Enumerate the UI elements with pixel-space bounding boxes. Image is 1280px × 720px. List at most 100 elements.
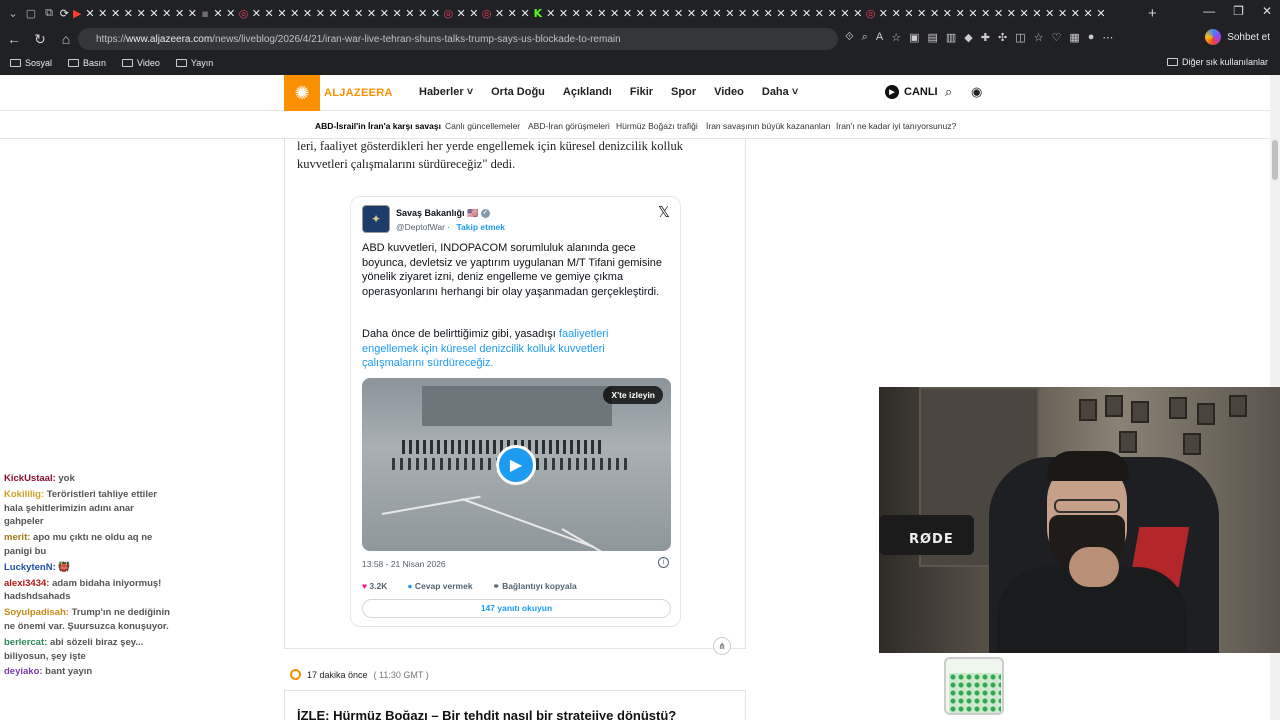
x-tab-icon[interactable]: ✕	[557, 5, 570, 21]
extension-icon-2[interactable]: ▤	[927, 31, 937, 44]
extension-icon-3[interactable]: ▥	[946, 31, 956, 44]
x-tab-icon[interactable]: ✕	[659, 5, 672, 21]
kick-tab-icon[interactable]: K	[531, 5, 544, 21]
info-icon[interactable]: i	[658, 557, 669, 568]
browser-essentials-icon[interactable]: ♡	[1051, 31, 1061, 44]
x-tab-icon[interactable]: ✕	[877, 5, 890, 21]
extension-icon-1[interactable]: ▣	[909, 31, 919, 44]
reply-action[interactable]: ● Cevap vermek	[407, 581, 472, 592]
x-tab-icon[interactable]: ✕	[839, 5, 852, 21]
subnav-item-quiz[interactable]: İran'ı ne kadar iyi tanıyorsunuz?	[836, 121, 956, 131]
x-tab-icon[interactable]: ✕	[404, 5, 417, 21]
x-tab-icon[interactable]: ✕	[378, 5, 391, 21]
nav-item-video[interactable]: Video	[714, 86, 744, 98]
x-tab-icon[interactable]: ✕	[122, 5, 135, 21]
x-tab-icon[interactable]: ✕	[928, 5, 941, 21]
x-tab-icon[interactable]: ✕	[544, 5, 557, 21]
x-tab-icon[interactable]: ✕	[276, 5, 289, 21]
play-video-icon[interactable]: ▶	[496, 445, 536, 485]
tab-search-icon[interactable]: ⌄	[4, 4, 22, 22]
x-tab-icon[interactable]: ✕	[685, 5, 698, 21]
site-logo-text[interactable]: ALJAZEERA	[324, 87, 393, 99]
bookmark-folder-yayin[interactable]: Yayın	[175, 58, 213, 68]
x-tab-icon[interactable]: ✕	[327, 5, 340, 21]
x-tab-icon[interactable]: ✕	[96, 5, 109, 21]
subnav-item-war[interactable]: ABD-İsrail'in İran'a karşı savaşı	[315, 121, 441, 131]
read-replies-button[interactable]: 147 yanıtı okuyun	[362, 599, 671, 618]
youtube-tab-icon[interactable]: ▶	[71, 5, 84, 21]
follow-button[interactable]: Takip etmek	[457, 222, 506, 232]
x-tab-icon[interactable]: ✕	[314, 5, 327, 21]
reload-icon[interactable]: ↻	[28, 31, 52, 48]
read-aloud-icon[interactable]: A	[876, 31, 883, 44]
back-icon[interactable]: ←	[2, 31, 26, 47]
x-tab-icon[interactable]: ✕	[634, 5, 647, 21]
x-tab-icon[interactable]: ✕	[979, 5, 992, 21]
x-tab-icon[interactable]: ✕	[800, 5, 813, 21]
next-entry-title[interactable]: İZLE: Hürmüz Boğazı – Bir tehdit nasıl b…	[297, 708, 676, 720]
x-tab-icon[interactable]: ✕	[723, 5, 736, 21]
bookmark-folder-basin[interactable]: Basın	[68, 58, 106, 68]
x-tab-icon[interactable]: ✕	[903, 5, 916, 21]
new-tab-button[interactable]: +	[1148, 5, 1157, 22]
favorite-star-icon[interactable]: ☆	[891, 31, 901, 44]
x-tab-icon[interactable]: ✕	[967, 5, 980, 21]
x-tab-icon[interactable]: ✕	[595, 5, 608, 21]
scrollbar-thumb[interactable]	[1272, 140, 1278, 180]
x-tab-icon[interactable]: ✕	[340, 5, 353, 21]
x-tab-icon[interactable]: ✕	[711, 5, 724, 21]
x-tab-icon[interactable]: ✕	[647, 5, 660, 21]
x-tab-icon[interactable]: ✕	[1095, 5, 1108, 21]
nav-item-orta-dogu[interactable]: Orta Doğu	[491, 86, 545, 98]
account-icon[interactable]: ◉	[971, 84, 982, 100]
extension-icon-5[interactable]: ✚	[981, 31, 990, 44]
bookmark-folder-video[interactable]: Video	[122, 58, 160, 68]
zoom-icon[interactable]: ⌕	[862, 31, 868, 44]
x-tab-icon[interactable]: ✕	[672, 5, 685, 21]
x-tab-icon[interactable]: ✕	[787, 5, 800, 21]
watch-on-x-button[interactable]: X'te izleyin	[603, 386, 663, 404]
x-tab-icon[interactable]: ✕	[1005, 5, 1018, 21]
share-icon[interactable]: ⋔	[713, 637, 731, 655]
x-tab-icon[interactable]: ✕	[288, 5, 301, 21]
x-tab-icon[interactable]: ✕	[890, 5, 903, 21]
subnav-item-hormuz[interactable]: Hürmüz Boğazı trafiği	[616, 121, 698, 131]
bookmark-folder-sosyal[interactable]: Sosyal	[10, 58, 52, 68]
maximize-icon[interactable]: ❐	[1233, 4, 1244, 18]
close-window-icon[interactable]: ✕	[1262, 4, 1272, 18]
x-tab-icon[interactable]: ✕	[160, 5, 173, 21]
x-tab-icon[interactable]: ✕	[608, 5, 621, 21]
x-tab-icon[interactable]: ✕	[352, 5, 365, 21]
x-tab-icon[interactable]: ✕	[941, 5, 954, 21]
x-tab-icon[interactable]: ✕	[148, 5, 161, 21]
x-tab-icon[interactable]: ✕	[224, 5, 237, 21]
x-tab-icon[interactable]: ✕	[826, 5, 839, 21]
nav-item-fikir[interactable]: Fikir	[630, 86, 653, 98]
minimize-icon[interactable]: —	[1203, 4, 1215, 18]
x-tab-icon[interactable]: ✕	[762, 5, 775, 21]
extension-icon-4[interactable]: ◆	[964, 31, 972, 44]
tweet-author[interactable]: Savaş Bakanlığı 🇺🇸 ✓	[396, 208, 490, 219]
x-tab-icon[interactable]: ✕	[775, 5, 788, 21]
subnav-item-talks[interactable]: ABD-İran görüşmeleri	[528, 121, 610, 131]
workspaces-icon[interactable]: ▢	[22, 4, 40, 22]
x-tab-icon[interactable]: ✕	[391, 5, 404, 21]
x-tab-icon[interactable]: ✕	[109, 5, 122, 21]
instagram-tab-icon[interactable]: ◎	[237, 5, 250, 21]
x-tab-icon[interactable]: ✕	[493, 5, 506, 21]
x-tab-icon[interactable]: ✕	[621, 5, 634, 21]
address-bar[interactable]: https://www.aljazeera.com/news/liveblog/…	[78, 28, 838, 50]
x-tab-icon[interactable]: ✕	[851, 5, 864, 21]
nav-item-spor[interactable]: Spor	[671, 86, 696, 98]
search-icon[interactable]: ⌕	[945, 84, 952, 100]
x-tab-icon[interactable]: ✕	[698, 5, 711, 21]
collections-icon[interactable]: ⧉	[40, 4, 58, 22]
x-tab-icon[interactable]: ✕	[429, 5, 442, 21]
nav-item-haberler[interactable]: Haberler ˅	[419, 86, 473, 98]
profile-avatar[interactable]: ●	[1088, 31, 1095, 44]
x-tab-icon[interactable]: ✕	[1031, 5, 1044, 21]
extensions-puzzle-icon[interactable]: ✣	[998, 31, 1007, 44]
subnav-item-live[interactable]: Canlı güncellemeler	[445, 121, 520, 131]
live-button[interactable]: ▶ CANLI	[885, 85, 938, 99]
x-tab-icon[interactable]: ✕	[301, 5, 314, 21]
